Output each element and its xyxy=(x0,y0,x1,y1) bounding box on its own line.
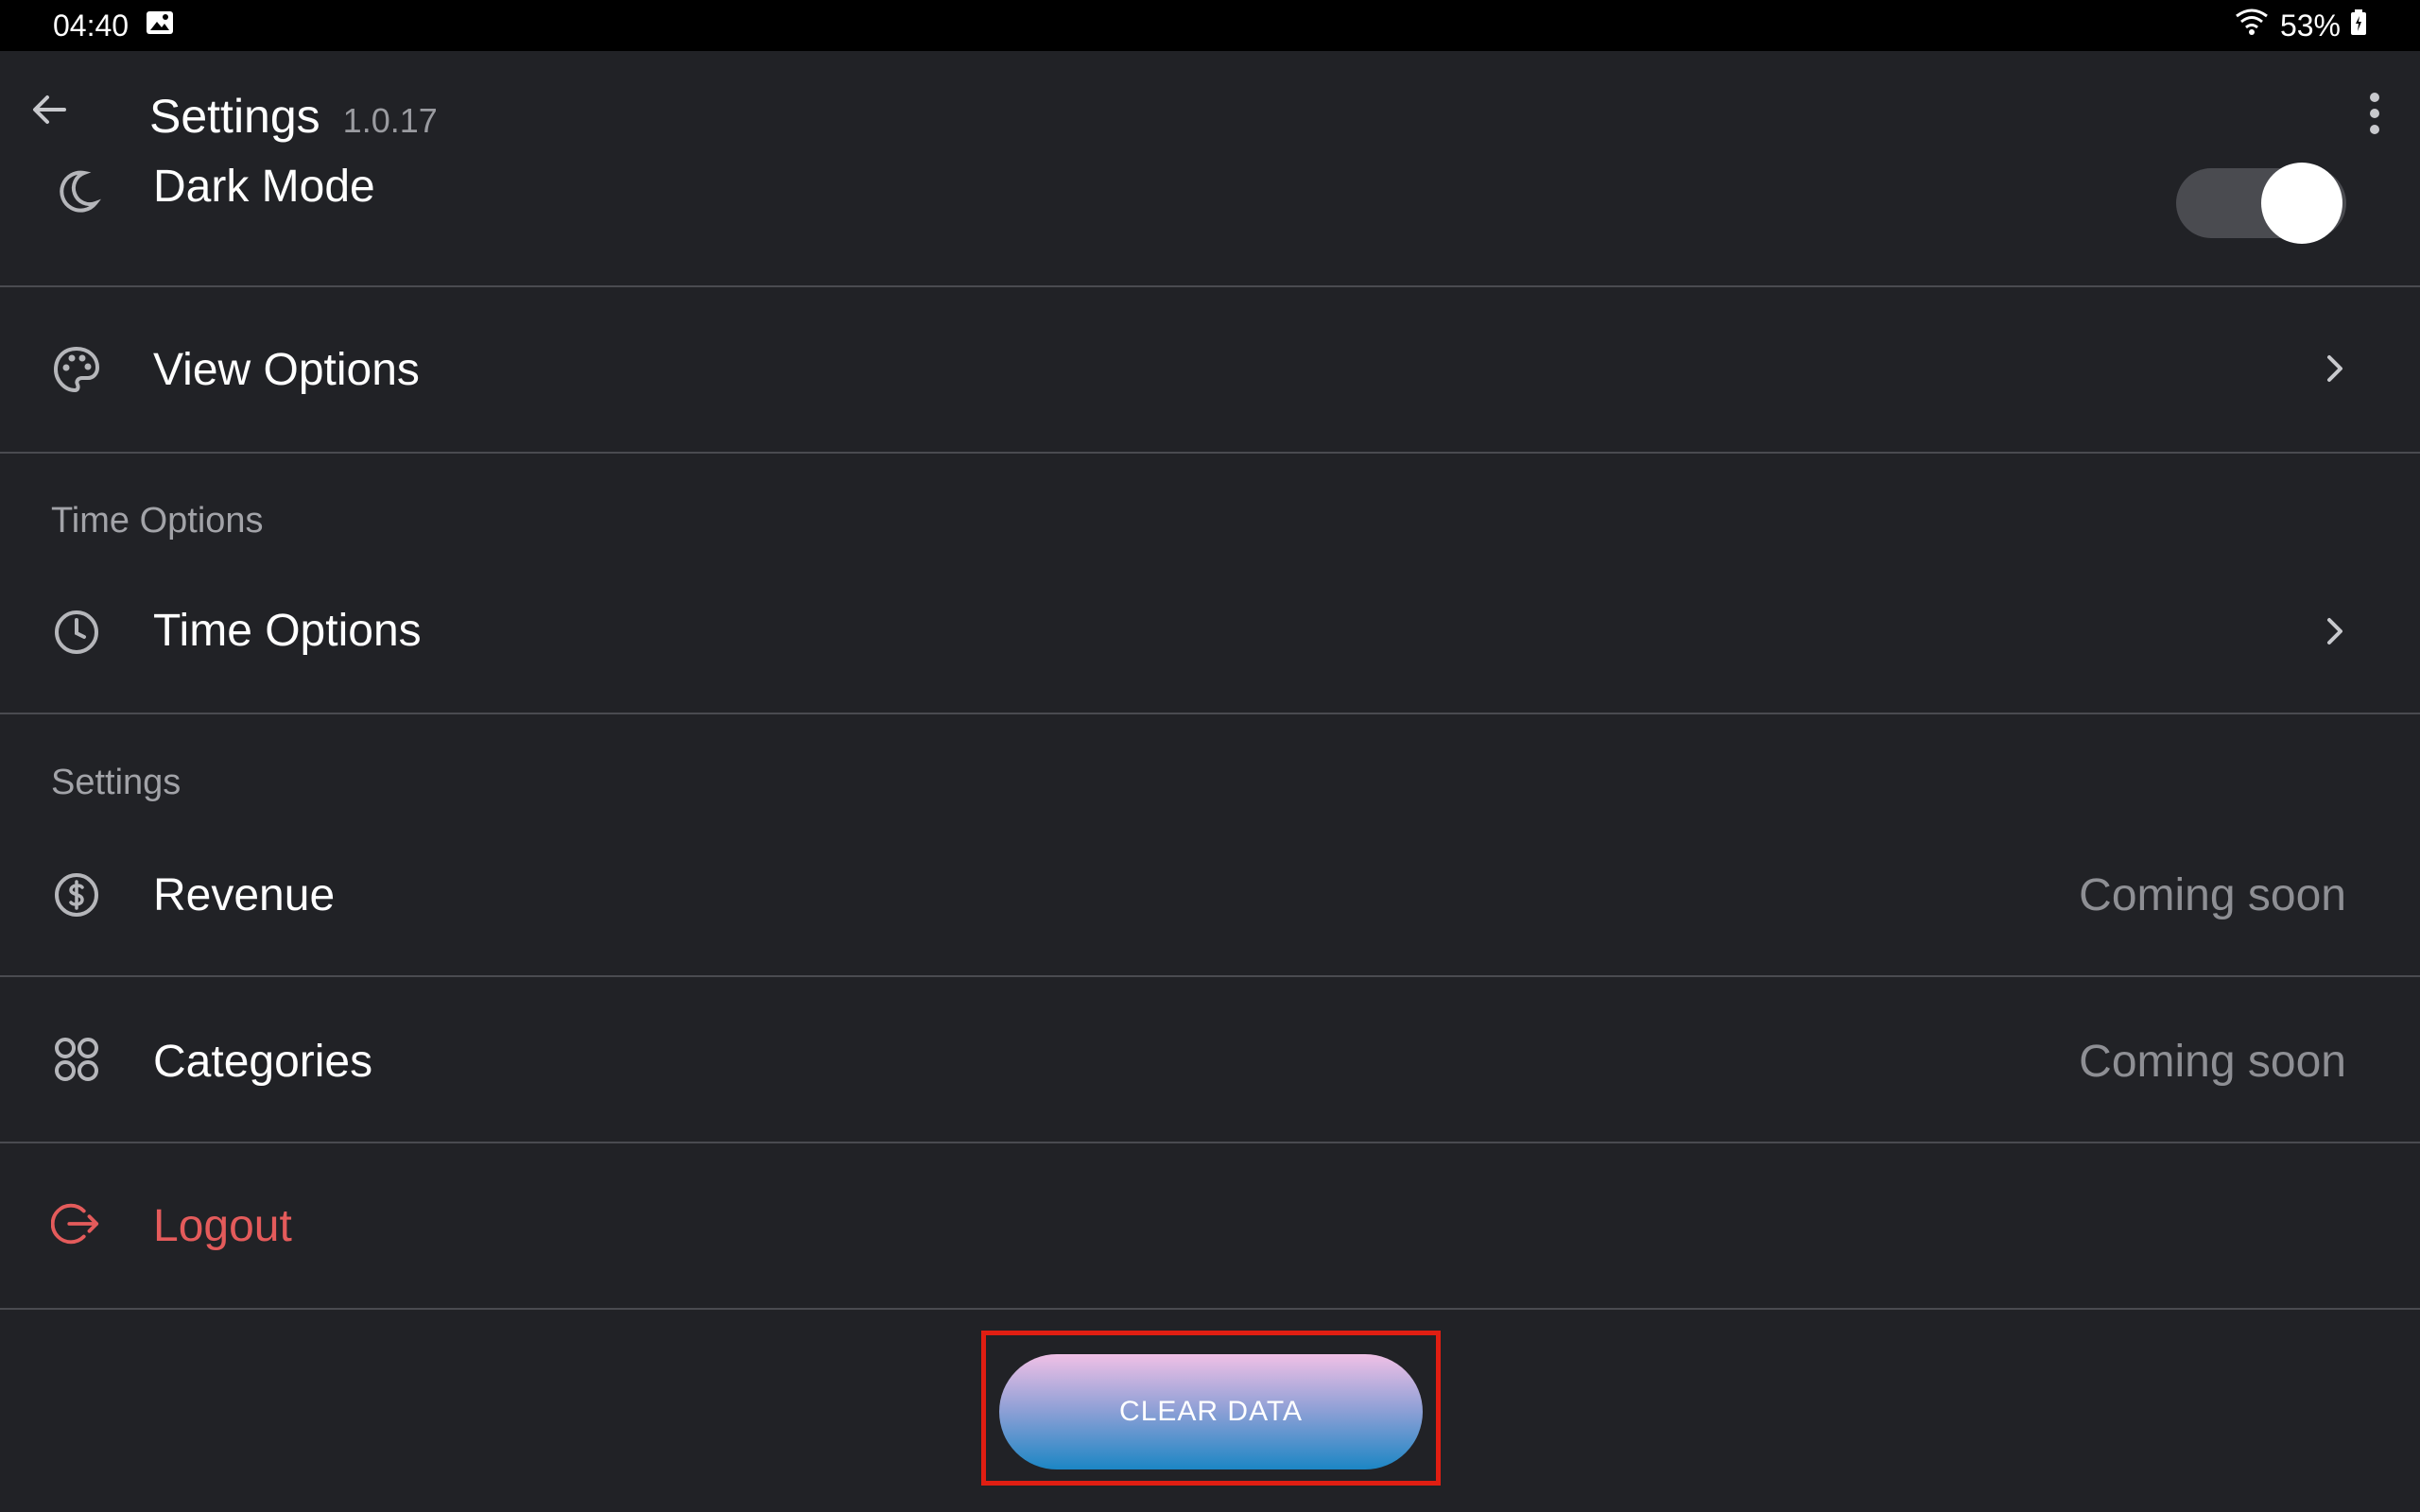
settings-row-view-options[interactable]: View Options xyxy=(0,287,2420,452)
clock-icon xyxy=(51,607,102,658)
arrow-left-icon xyxy=(28,89,70,135)
more-menu-button[interactable] xyxy=(2348,87,2401,144)
palette-icon xyxy=(51,344,102,395)
settings-row-label: Time Options xyxy=(153,606,422,656)
settings-row-label: Categories xyxy=(153,1037,373,1087)
grid-circles-icon xyxy=(51,1034,102,1085)
clear-data-highlight-box: CLEAR DATA xyxy=(981,1331,1441,1486)
settings-row-label: Revenue xyxy=(153,870,336,920)
divider xyxy=(0,1308,2420,1310)
logout-icon xyxy=(51,1198,102,1249)
wifi-icon xyxy=(2233,7,2271,44)
divider xyxy=(0,713,2420,714)
chevron-right-icon xyxy=(2316,350,2354,387)
app-bar: Settings 1.0.17 xyxy=(0,51,2420,183)
section-header-time-options: Time Options xyxy=(51,501,264,541)
status-left: 04:40 xyxy=(53,9,174,43)
dollar-circle-icon xyxy=(51,869,102,920)
clear-data-button[interactable]: CLEAR DATA xyxy=(999,1354,1423,1469)
status-bar: 04:40 53% xyxy=(0,0,2420,51)
status-right: 53% xyxy=(2233,7,2367,44)
settings-row-label: View Options xyxy=(153,345,420,395)
back-button[interactable] xyxy=(23,85,76,138)
coming-soon-label: Coming soon xyxy=(2079,870,2346,920)
app-title-text: Settings xyxy=(149,90,320,143)
battery-icon xyxy=(2350,9,2367,43)
coming-soon-label: Coming soon xyxy=(2079,1037,2346,1087)
settings-row-logout[interactable]: Logout xyxy=(0,1143,2420,1308)
battery-percent: 53% xyxy=(2279,8,2341,43)
image-notification-icon xyxy=(146,9,174,43)
app-version: 1.0.17 xyxy=(342,101,438,140)
divider xyxy=(0,452,2420,454)
more-vertical-icon xyxy=(2369,92,2380,140)
settings-row-revenue[interactable]: Revenue Coming soon xyxy=(0,830,2420,975)
chevron-right-icon xyxy=(2316,612,2354,650)
settings-row-time-options[interactable]: Time Options xyxy=(0,567,2420,713)
section-header-settings: Settings xyxy=(51,763,182,802)
status-time: 04:40 xyxy=(53,8,130,43)
settings-row-categories[interactable]: Categories Coming soon xyxy=(0,977,2420,1142)
page-title: Settings 1.0.17 xyxy=(149,89,438,144)
logout-label: Logout xyxy=(153,1201,292,1251)
